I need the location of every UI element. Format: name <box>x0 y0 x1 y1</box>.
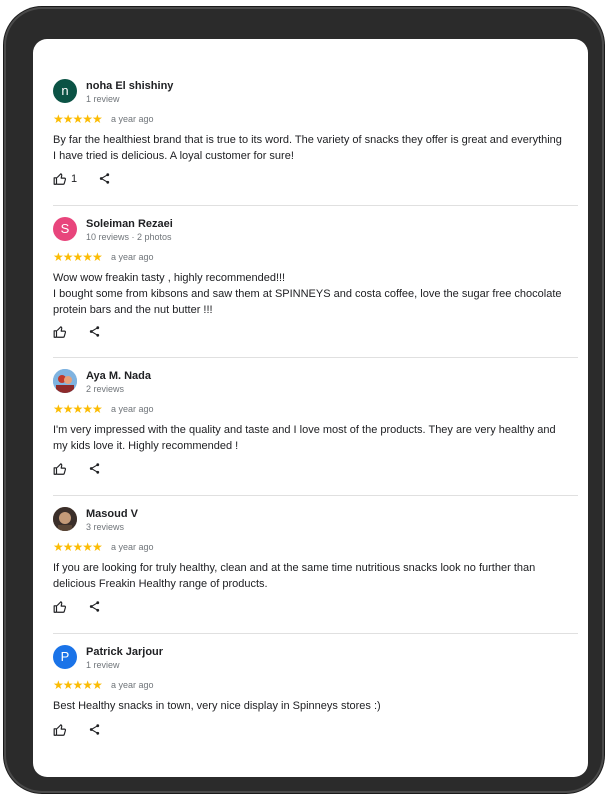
review-time: a year ago <box>111 542 154 552</box>
star-rating: ★★★★★ <box>53 540 103 554</box>
share-button[interactable] <box>88 723 101 736</box>
share-icon <box>89 601 100 612</box>
divider <box>53 633 578 634</box>
thumbs-up-icon <box>53 724 67 736</box>
review-text-line: I'm very impressed with the quality and … <box>53 424 556 436</box>
review-text-line: protein bars and the nut butter !!! <box>53 304 213 316</box>
review-text-line: By far the healthiest brand that is true… <box>53 134 562 146</box>
star-rating: ★★★★★ <box>53 678 103 692</box>
reviewer-meta: 10 reviews · 2 photos <box>86 232 172 242</box>
reviewer-name[interactable]: Aya M. Nada <box>86 370 151 382</box>
profile-photo-icon <box>53 507 77 531</box>
avatar[interactable]: n <box>53 79 77 103</box>
share-button[interactable] <box>88 462 101 475</box>
thumbs-up-icon <box>53 326 67 338</box>
review-text-line: Wow wow freakin tasty , highly recommend… <box>53 272 286 284</box>
review-actions <box>53 723 253 739</box>
review-text-line: delicious Freakin Healthy range of produ… <box>53 578 268 590</box>
review-actions <box>53 325 253 341</box>
review-text-line: I have tried is delicious. A loyal custo… <box>53 150 294 162</box>
review-text: Wow wow freakin tasty , highly recommend… <box>53 270 578 318</box>
tablet-frame: n noha El shishiny 1 review ★★★★★ a year… <box>4 7 604 793</box>
avatar[interactable]: S <box>53 217 77 241</box>
share-button[interactable] <box>88 600 101 613</box>
reviewer-name[interactable]: noha El shishiny <box>86 80 173 92</box>
review-time: a year ago <box>111 114 154 124</box>
reviewer-name[interactable]: Masoud V <box>86 508 138 520</box>
review-time: a year ago <box>111 252 154 262</box>
review-text: By far the healthiest brand that is true… <box>53 132 578 164</box>
review-text-line: I bought some from kibsons and saw them … <box>53 288 562 300</box>
like-button[interactable]: 1 <box>53 172 77 186</box>
share-button[interactable] <box>88 325 101 338</box>
reviewer-meta: 3 reviews <box>86 522 125 532</box>
thumbs-up-icon <box>53 463 67 475</box>
review-actions <box>53 462 253 478</box>
reviews-screen: n noha El shishiny 1 review ★★★★★ a year… <box>33 39 588 777</box>
review-text: I'm very impressed with the quality and … <box>53 422 578 454</box>
like-button[interactable] <box>53 325 67 339</box>
like-button[interactable] <box>53 723 67 737</box>
avatar[interactable] <box>53 369 77 393</box>
review-text-line: If you are looking for truly healthy, cl… <box>53 562 536 574</box>
review-actions: 1 <box>53 172 253 188</box>
avatar[interactable] <box>53 507 77 531</box>
thumbs-up-icon <box>53 601 67 613</box>
divider <box>53 495 578 496</box>
review-time: a year ago <box>111 404 154 414</box>
divider <box>53 205 578 206</box>
reviewer-meta: 1 review <box>86 94 120 104</box>
review-text-line: my kids love it. Highly recommended ! <box>53 440 239 452</box>
reviewer-name[interactable]: Patrick Jarjour <box>86 646 163 658</box>
star-rating: ★★★★★ <box>53 250 103 264</box>
review-text: If you are looking for truly healthy, cl… <box>53 560 578 592</box>
share-icon <box>99 173 110 184</box>
review-time: a year ago <box>111 680 154 690</box>
share-icon <box>89 326 100 337</box>
avatar[interactable]: P <box>53 645 77 669</box>
review-text-line: Best Healthy snacks in town, very nice d… <box>53 700 381 712</box>
like-button[interactable] <box>53 462 67 476</box>
review-actions <box>53 600 253 616</box>
reviewer-meta: 1 review <box>86 660 120 670</box>
share-icon <box>89 463 100 474</box>
reviewer-meta: 2 reviews <box>86 384 125 394</box>
divider <box>53 357 578 358</box>
thumbs-up-icon <box>53 173 67 185</box>
star-rating: ★★★★★ <box>53 112 103 126</box>
like-count: 1 <box>71 173 78 185</box>
reviewer-name[interactable]: Soleiman Rezaei <box>86 218 173 230</box>
like-button[interactable] <box>53 600 67 614</box>
star-rating: ★★★★★ <box>53 402 103 416</box>
share-button[interactable] <box>98 172 111 185</box>
profile-photo-icon <box>53 369 77 393</box>
share-icon <box>89 724 100 735</box>
review-text: Best Healthy snacks in town, very nice d… <box>53 698 578 714</box>
